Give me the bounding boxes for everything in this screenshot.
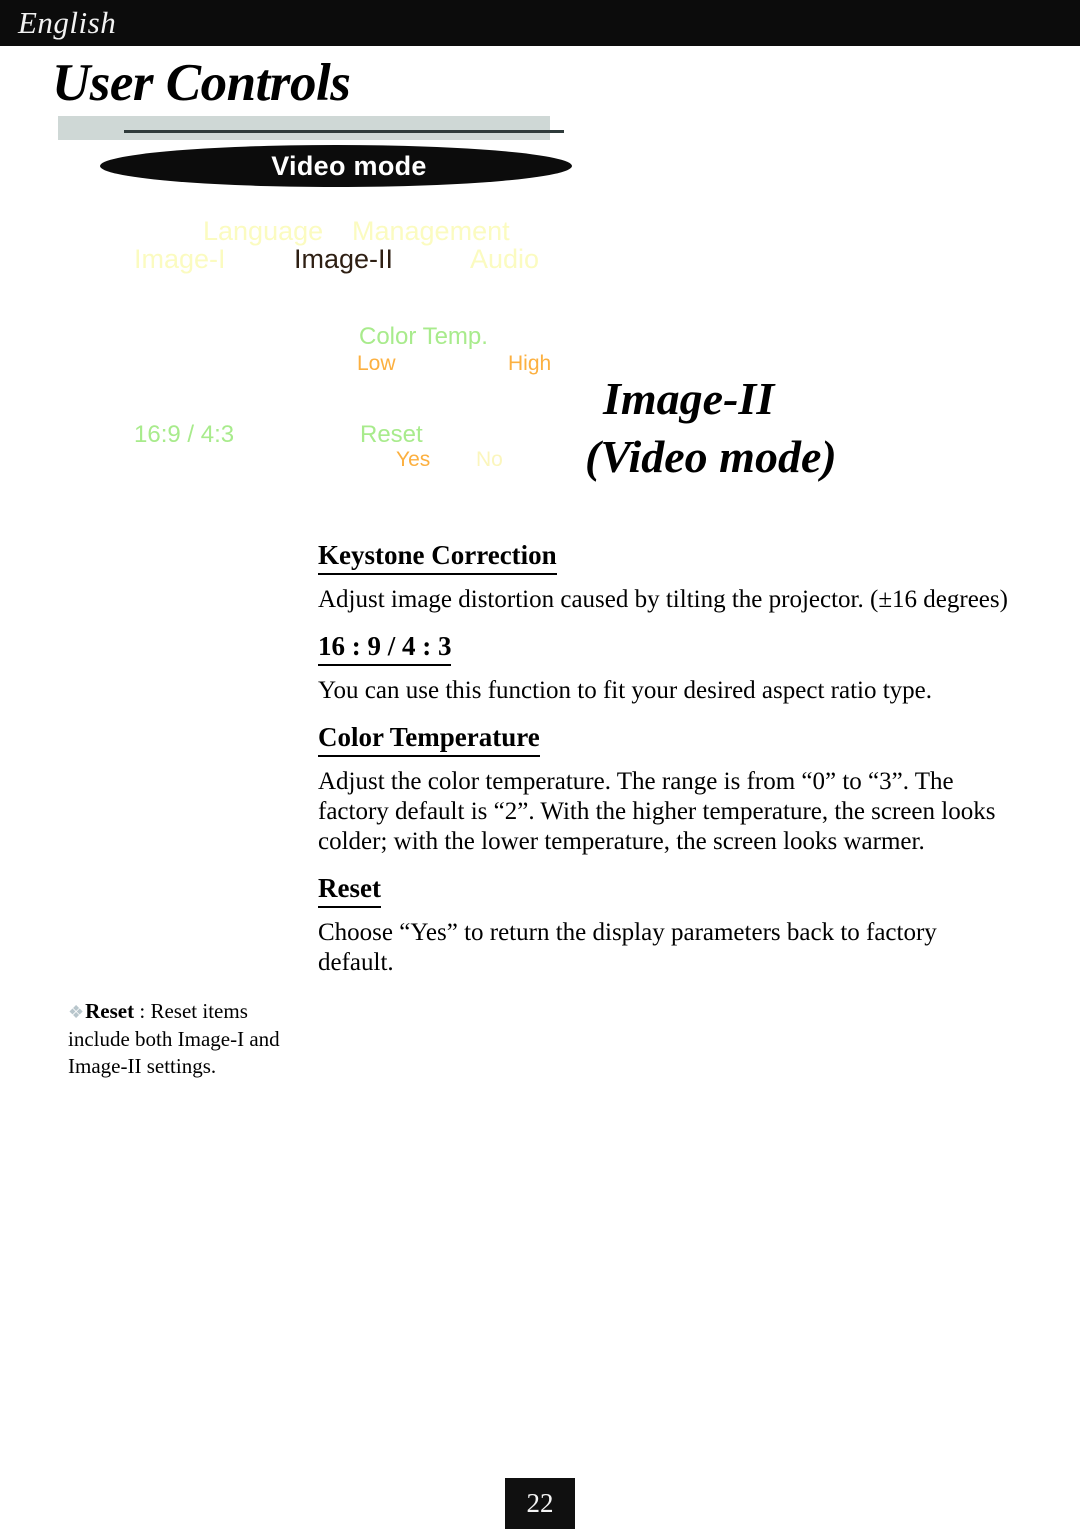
osd-option-yes: Yes — [396, 448, 431, 471]
mode-banner: Video mode — [100, 145, 572, 187]
content-block-aspect-ratio: 16 : 9 / 4 : 3 You can use this function… — [318, 629, 1018, 706]
osd-tab-image-i: Image-I — [134, 244, 226, 274]
chapter-title: User Controls — [52, 54, 351, 112]
osd-tab-image-ii: Image-II — [294, 244, 394, 274]
osd-menu-graphic: Language Management Image-I Image-II Aud… — [120, 200, 600, 490]
content-block-reset: Reset Choose “Yes” to return the display… — [318, 871, 1018, 978]
section-title: Image-II (Video mode) — [585, 370, 1005, 486]
paragraph-aspect-ratio: You can use this function to fit your de… — [318, 677, 933, 704]
margin-note: ❖Reset : Reset items include both Image-… — [68, 998, 298, 1080]
osd-tab-language: Language — [203, 216, 324, 246]
osd-option-low: Low — [357, 352, 396, 375]
heading-keystone-correction: Keystone Correction — [318, 538, 557, 575]
title-rule-line — [124, 130, 564, 133]
section-title-line-2: (Video mode) — [585, 431, 837, 482]
osd-label-reset: Reset — [360, 421, 423, 448]
osd-label-aspect-ratio: 16:9 / 4:3 — [134, 421, 235, 448]
osd-option-no: No — [476, 448, 503, 471]
language-bar: English — [0, 0, 1080, 46]
language-label: English — [18, 5, 117, 40]
margin-note-lead: Reset — [85, 999, 135, 1023]
content-block-color-temperature: Color Temperature Adjust the color tempe… — [318, 720, 1018, 857]
title-rule-block — [58, 116, 550, 140]
paragraph-keystone-correction: Adjust image distortion caused by tiltin… — [318, 586, 1008, 613]
body-content: Keystone Correction Adjust image distort… — [318, 538, 1018, 978]
page-number-box: 22 — [505, 1478, 575, 1529]
section-title-line-1: Image-II — [603, 373, 775, 424]
paragraph-color-temperature: Adjust the color temperature. The range … — [318, 768, 996, 855]
content-block-keystone: Keystone Correction Adjust image distort… — [318, 538, 1018, 615]
page-number: 22 — [526, 1488, 554, 1518]
osd-option-high: High — [508, 352, 552, 375]
paragraph-reset: Choose “Yes” to return the display param… — [318, 919, 937, 976]
floret-bullet-icon: ❖ — [68, 1002, 85, 1022]
osd-tab-management: Management — [352, 216, 510, 246]
heading-reset: Reset — [318, 871, 381, 908]
heading-aspect-ratio: 16 : 9 / 4 : 3 — [318, 629, 452, 666]
mode-banner-label: Video mode — [271, 150, 427, 181]
heading-color-temperature: Color Temperature — [318, 720, 540, 757]
osd-label-color-temp: Color Temp. — [359, 323, 488, 350]
osd-tab-audio: Audio — [470, 244, 540, 274]
